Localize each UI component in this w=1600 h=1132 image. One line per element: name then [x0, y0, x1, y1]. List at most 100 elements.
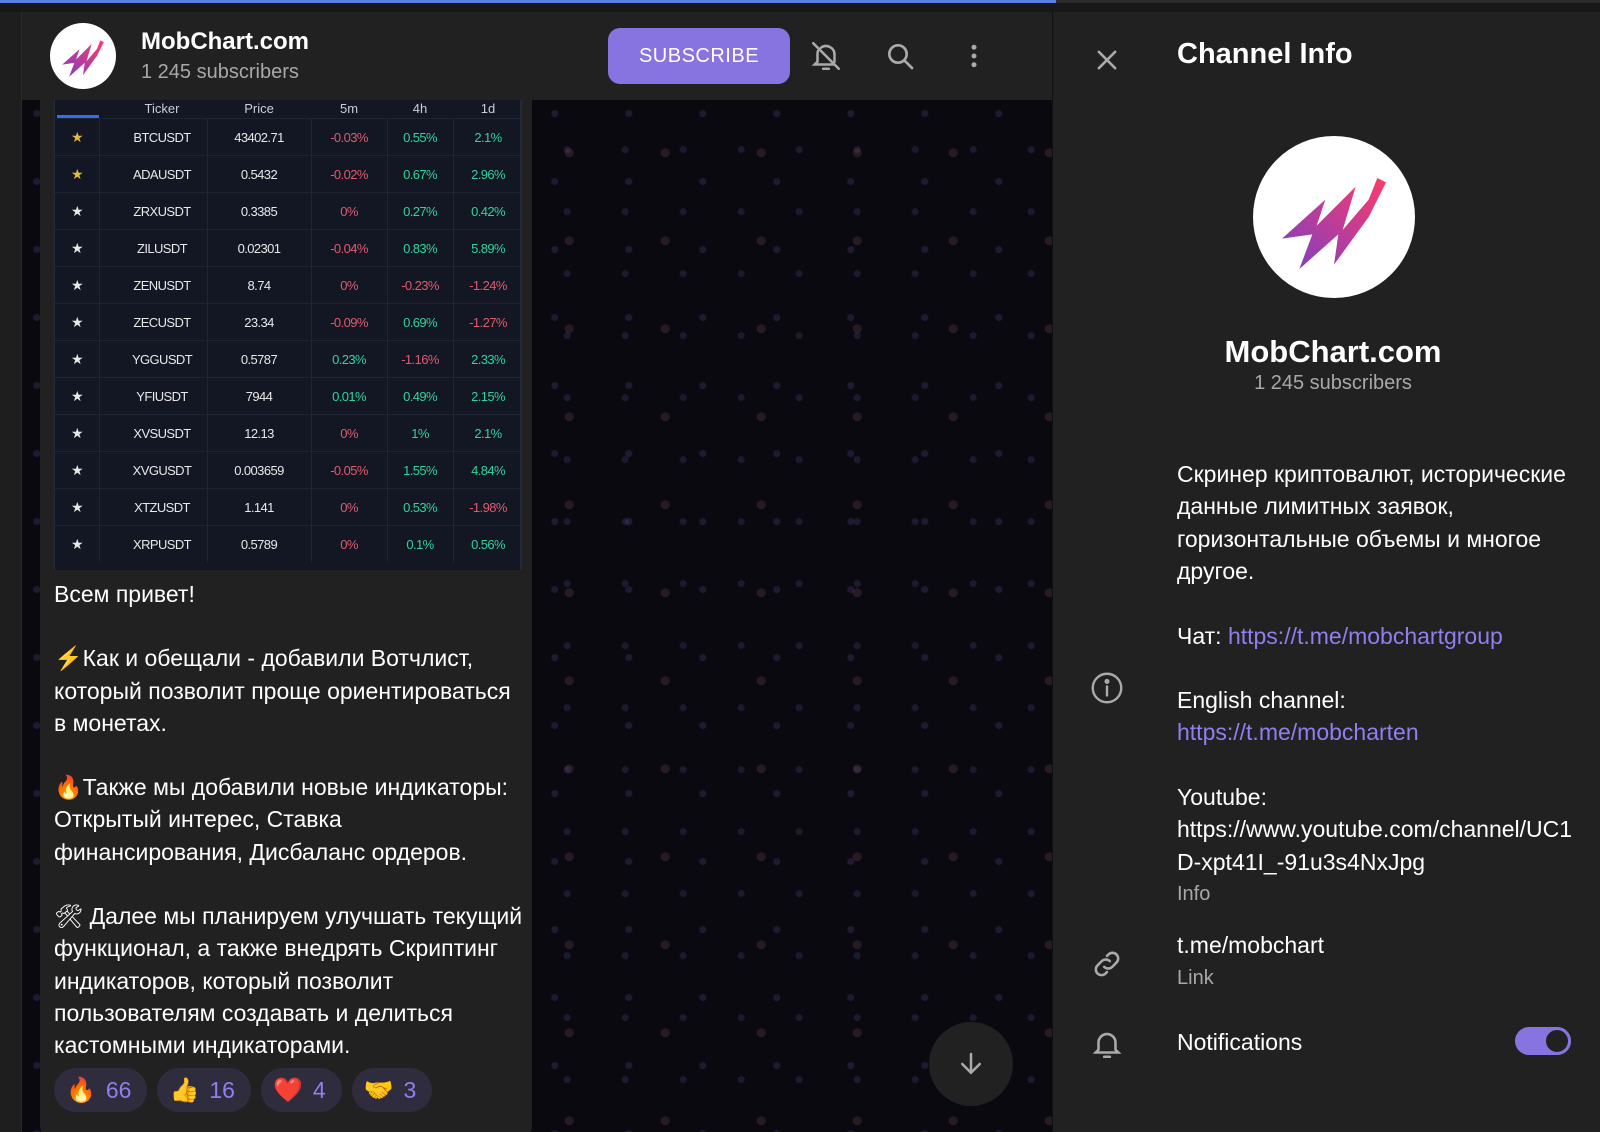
star-icon[interactable]: ★: [67, 314, 87, 331]
change-5m-cell: -0.09%: [330, 315, 368, 330]
screener-row[interactable]: ★ YGGUSDT 0.5787 0.23% -1.16% 2.33%: [55, 340, 523, 378]
column-divider: [99, 304, 100, 341]
loading-progress-bar: [0, 0, 1600, 3]
reaction-chip[interactable]: 👍 16: [157, 1068, 251, 1112]
change-4h-cell: 0.49%: [403, 389, 437, 404]
subscribe-button[interactable]: SUBSCRIBE: [608, 28, 790, 84]
change-5m-cell: 0%: [340, 537, 358, 552]
toggle-knob: [1543, 1027, 1571, 1055]
screener-row[interactable]: ★ XVSUSDT 12.13 0% 1% 2.1%: [55, 414, 523, 452]
change-1d-cell: 4.84%: [471, 463, 505, 478]
column-divider: [99, 415, 100, 452]
column-divider: [99, 267, 100, 304]
reaction-chip[interactable]: ❤️ 4: [260, 1068, 342, 1112]
column-divider: [99, 489, 100, 526]
reaction-emoji: 🤝: [363, 1076, 394, 1104]
star-icon[interactable]: ★: [67, 277, 87, 294]
reaction-chip[interactable]: 🔥 66: [54, 1068, 148, 1112]
star-icon[interactable]: ★: [67, 388, 87, 405]
change-1d-cell: -1.27%: [469, 315, 507, 330]
mobchart-logo-icon: [1282, 178, 1386, 269]
channel-link-row[interactable]: t.me/mobchart Link: [1177, 932, 1324, 990]
chat-line: Чат: https://t.me/mobchartgroup: [1177, 620, 1577, 652]
ticker-cell: ZENUSDT: [133, 278, 191, 293]
notifications-toggle[interactable]: [1515, 1027, 1571, 1055]
change-4h-cell: 0.53%: [403, 500, 437, 515]
screener-row[interactable]: ★ YFIUSDT 7944 0.01% 0.49% 2.15%: [55, 377, 523, 415]
arrow-down-icon: [961, 1052, 981, 1075]
price-cell: 1.141: [244, 500, 274, 515]
screener-row[interactable]: ★ XRPUSDT 0.5789 0% 0.1% 0.56%: [55, 525, 523, 563]
screener-row[interactable]: ★ XTZUSDT 1.141 0% 0.53% -1.98%: [55, 488, 523, 526]
search-icon[interactable]: [880, 36, 920, 76]
chat-label: Чат:: [1177, 622, 1228, 649]
star-icon[interactable]: ★: [67, 425, 87, 442]
star-icon[interactable]: ★: [67, 351, 87, 368]
reaction-count: 16: [209, 1076, 235, 1103]
channel-description: Скринер криптовалют, исторические данные…: [1177, 458, 1577, 908]
chat-link[interactable]: https://t.me/mobchartgroup: [1228, 623, 1503, 649]
reaction-chip[interactable]: 🤝 3: [351, 1068, 433, 1112]
star-icon[interactable]: ★: [67, 203, 87, 220]
change-4h-cell: 0.83%: [403, 241, 437, 256]
bell-icon: [1087, 1024, 1127, 1064]
change-1d-cell: -1.98%: [469, 500, 507, 515]
post-text: Всем привет! ⚡️Как и обещали - добавили …: [54, 578, 524, 1062]
column-divider: [99, 452, 100, 489]
column-divider: [99, 526, 100, 563]
ticker-cell: XTZUSDT: [134, 500, 190, 515]
change-4h-cell: 1%: [411, 426, 429, 441]
star-icon[interactable]: ★: [67, 129, 87, 146]
column-divider: [99, 230, 100, 267]
screener-row[interactable]: ★ BTCUSDT 43402.71 -0.03% 0.55% 2.1%: [55, 118, 523, 156]
info-caption: Info: [1177, 883, 1211, 906]
change-4h-cell: 0.1%: [406, 537, 434, 552]
price-cell: 23.34: [244, 315, 274, 330]
screener-screenshot[interactable]: Ticker Price 5m 4h 1d ★ BTCUSDT 43402.71 -0…: [54, 100, 523, 570]
scroll-to-bottom-button[interactable]: [929, 1022, 1013, 1106]
star-icon[interactable]: ★: [67, 166, 87, 183]
channel-link[interactable]: t.me/mobchart: [1177, 932, 1324, 959]
more-vertical-icon[interactable]: [954, 36, 994, 76]
star-icon[interactable]: ★: [67, 536, 87, 553]
left-sidebar-edge: [0, 12, 22, 1132]
link-icon: [1087, 944, 1127, 984]
channel-title[interactable]: MobChart.com: [141, 28, 309, 56]
change-5m-cell: 0%: [340, 278, 358, 293]
chat-header[interactable]: MobChart.com 1 245 subscribers SUBSCRIBE: [22, 12, 1052, 100]
change-5m-cell: 0%: [340, 204, 358, 219]
youtube-link[interactable]: https://www.youtube.com/channel/UC1D-xpt…: [1177, 813, 1573, 878]
description-text: Скринер криптовалют, исторические данные…: [1177, 461, 1566, 585]
price-cell: 0.5432: [240, 167, 278, 182]
star-icon[interactable]: ★: [67, 240, 87, 257]
change-4h-cell: 0.27%: [403, 204, 437, 219]
column-divider: [99, 341, 100, 378]
notifications-label: Notifications: [1177, 1029, 1303, 1055]
change-5m-cell: 0%: [340, 426, 358, 441]
channel-name: MobChart.com: [1224, 334, 1442, 369]
ticker-cell: XRPUSDT: [133, 537, 192, 552]
price-cell: 0.003659: [234, 463, 284, 478]
channel-avatar[interactable]: [50, 23, 116, 89]
screener-row[interactable]: ★ ZENUSDT 8.74 0% -0.23% -1.24%: [55, 266, 523, 304]
screener-row[interactable]: ★ ADAUSDT 0.5432 -0.02% 0.67% 2.96%: [55, 155, 523, 193]
english-channel-link[interactable]: https://t.me/mobcharten: [1177, 719, 1419, 745]
price-cell: 0.02301: [237, 241, 281, 256]
screener-row[interactable]: ★ ZILUSDT 0.02301 -0.04% 0.83% 5.89%: [55, 229, 523, 267]
col-price: Price: [244, 101, 274, 116]
star-icon[interactable]: ★: [67, 462, 87, 479]
column-divider: [99, 156, 100, 193]
close-icon[interactable]: [1083, 36, 1131, 84]
change-5m-cell: 0%: [340, 500, 358, 515]
change-5m-cell: -0.03%: [330, 130, 368, 145]
change-1d-cell: -1.24%: [469, 278, 507, 293]
screener-row[interactable]: ★ XVGUSDT 0.003659 -0.05% 1.55% 4.84%: [55, 451, 523, 489]
screener-row[interactable]: ★ ZRXUSDT 0.3385 0% 0.27% 0.42%: [55, 192, 523, 230]
price-cell: 12.13: [244, 426, 274, 441]
star-icon[interactable]: ★: [67, 499, 87, 516]
channel-avatar-large[interactable]: [1253, 136, 1415, 298]
subscriber-count: 1 245 subscribers: [141, 61, 299, 83]
price-cell: 0.3385: [240, 204, 278, 219]
screener-row[interactable]: ★ ZECUSDT 23.34 -0.09% 0.69% -1.27%: [55, 303, 523, 341]
bell-off-icon[interactable]: [806, 36, 846, 76]
